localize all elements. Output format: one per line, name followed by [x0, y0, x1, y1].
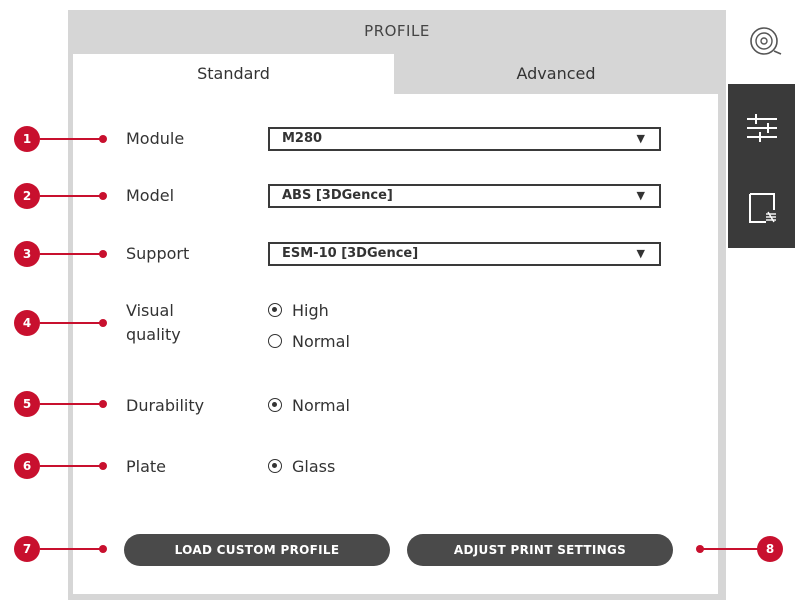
panel-title: PROFILE: [364, 22, 430, 40]
support-label: Support: [126, 244, 190, 263]
chevron-down-icon: ▼: [636, 247, 645, 260]
callout-2-dot: [99, 192, 107, 200]
callout-2: 2: [14, 183, 40, 209]
model-label: Model: [126, 186, 175, 205]
callout-1-dot: [99, 135, 107, 143]
tab-standard[interactable]: Standard: [73, 54, 394, 94]
visual-quality-normal-option[interactable]: Normal: [268, 330, 350, 354]
callout-3-leader: [40, 253, 102, 255]
callout-7-leader: [40, 548, 102, 550]
visual-quality-label: Visual quality: [126, 299, 181, 347]
callout-4-leader: [40, 322, 102, 324]
callout-5: 5: [14, 391, 40, 417]
durability-normal-label: Normal: [292, 396, 350, 415]
layer-icon[interactable]: [744, 190, 780, 226]
adjust-print-settings-button[interactable]: ADJUST PRINT SETTINGS: [407, 534, 673, 566]
radio-checked-icon: [268, 302, 282, 317]
callout-4-dot: [99, 319, 107, 327]
chevron-down-icon: ▼: [636, 189, 645, 202]
load-custom-profile-button[interactable]: LOAD CUSTOM PROFILE: [124, 534, 390, 566]
module-label: Module: [126, 129, 185, 148]
module-value: M280: [282, 131, 323, 146]
support-value: ESM-10 [3DGence]: [282, 246, 419, 261]
model-select[interactable]: ABS [3DGence] ▼: [268, 184, 661, 208]
callout-3: 3: [14, 241, 40, 267]
sliders-icon[interactable]: [744, 110, 780, 146]
visual-quality-high-label: High: [292, 301, 329, 320]
visual-quality-label-line1: Visual: [126, 301, 174, 320]
callout-5-leader: [40, 403, 102, 405]
callout-6-leader: [40, 465, 102, 467]
chevron-down-icon: ▼: [636, 132, 645, 145]
callout-3-dot: [99, 250, 107, 258]
callout-2-leader: [40, 195, 102, 197]
callout-8-leader: [700, 548, 758, 550]
plate-glass-label: Glass: [292, 457, 336, 476]
durability-normal-option[interactable]: Normal: [268, 394, 350, 418]
visual-quality-label-line2: quality: [126, 325, 181, 344]
durability-label: Durability: [126, 396, 205, 415]
callout-5-dot: [99, 400, 107, 408]
callout-1: 1: [14, 126, 40, 152]
module-select[interactable]: M280 ▼: [268, 127, 661, 151]
plate-glass-option[interactable]: Glass: [268, 455, 335, 479]
radio-checked-icon: [268, 397, 282, 412]
callout-8-dot: [696, 545, 704, 553]
visual-quality-high-option[interactable]: High: [268, 299, 329, 323]
callout-4: 4: [14, 310, 40, 336]
callout-6: 6: [14, 453, 40, 479]
tab-advanced[interactable]: Advanced: [394, 54, 718, 94]
visual-quality-normal-label: Normal: [292, 332, 350, 351]
radio-unchecked-icon: [268, 333, 282, 348]
callout-1-leader: [40, 138, 102, 140]
callout-6-dot: [99, 462, 107, 470]
support-select[interactable]: ESM-10 [3DGence] ▼: [268, 242, 661, 266]
radio-checked-icon: [268, 458, 282, 473]
callout-8: 8: [757, 536, 783, 562]
model-value: ABS [3DGence]: [282, 188, 393, 203]
callout-7: 7: [14, 536, 40, 562]
plate-label: Plate: [126, 457, 167, 476]
callout-7-dot: [99, 545, 107, 553]
disc-icon[interactable]: [747, 24, 783, 60]
